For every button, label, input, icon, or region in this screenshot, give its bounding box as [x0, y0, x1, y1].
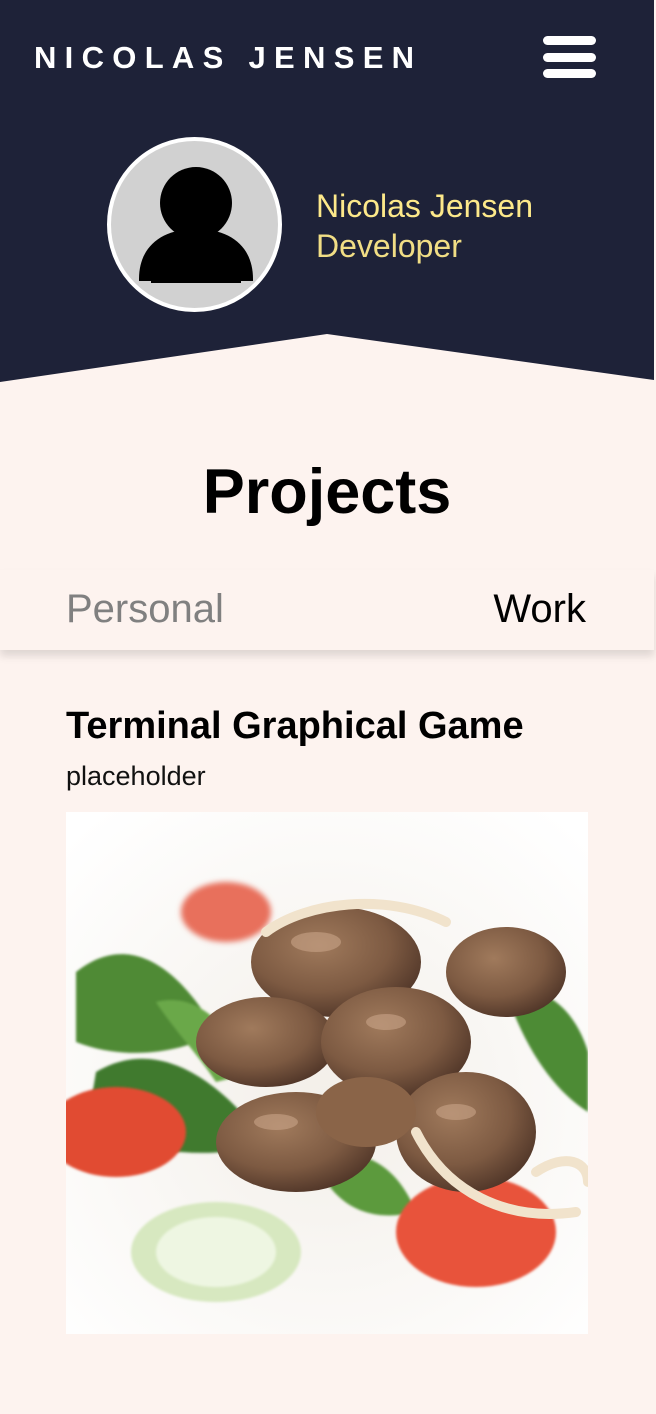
menu-bar-middle — [543, 52, 596, 62]
avatar — [107, 137, 282, 312]
project-image[interactable] — [66, 812, 588, 1334]
project-title[interactable]: Terminal Graphical Game — [66, 700, 588, 752]
project-tabs: Personal Work — [0, 570, 654, 650]
profile-hero: Nicolas Jensen Developer — [0, 114, 654, 384]
profile-name: Nicolas Jensen — [316, 188, 533, 224]
navbar: NICOLAS JENSEN — [0, 0, 654, 114]
profile-role: Developer — [316, 228, 462, 264]
project-description: placeholder — [66, 761, 206, 791]
profile-info: Nicolas Jensen Developer — [316, 186, 533, 266]
tab-personal[interactable]: Personal — [66, 584, 224, 634]
brand-title[interactable]: NICOLAS JENSEN — [34, 42, 422, 73]
hamburger-icon[interactable] — [543, 36, 596, 78]
menu-bar-bottom — [543, 69, 596, 78]
user-avatar-icon — [139, 167, 253, 283]
tab-work[interactable]: Work — [493, 584, 586, 634]
menu-bar-top — [543, 36, 596, 45]
projects-heading: Projects — [202, 457, 452, 527]
project-card[interactable]: Terminal Graphical Game placeholder — [66, 700, 588, 1334]
